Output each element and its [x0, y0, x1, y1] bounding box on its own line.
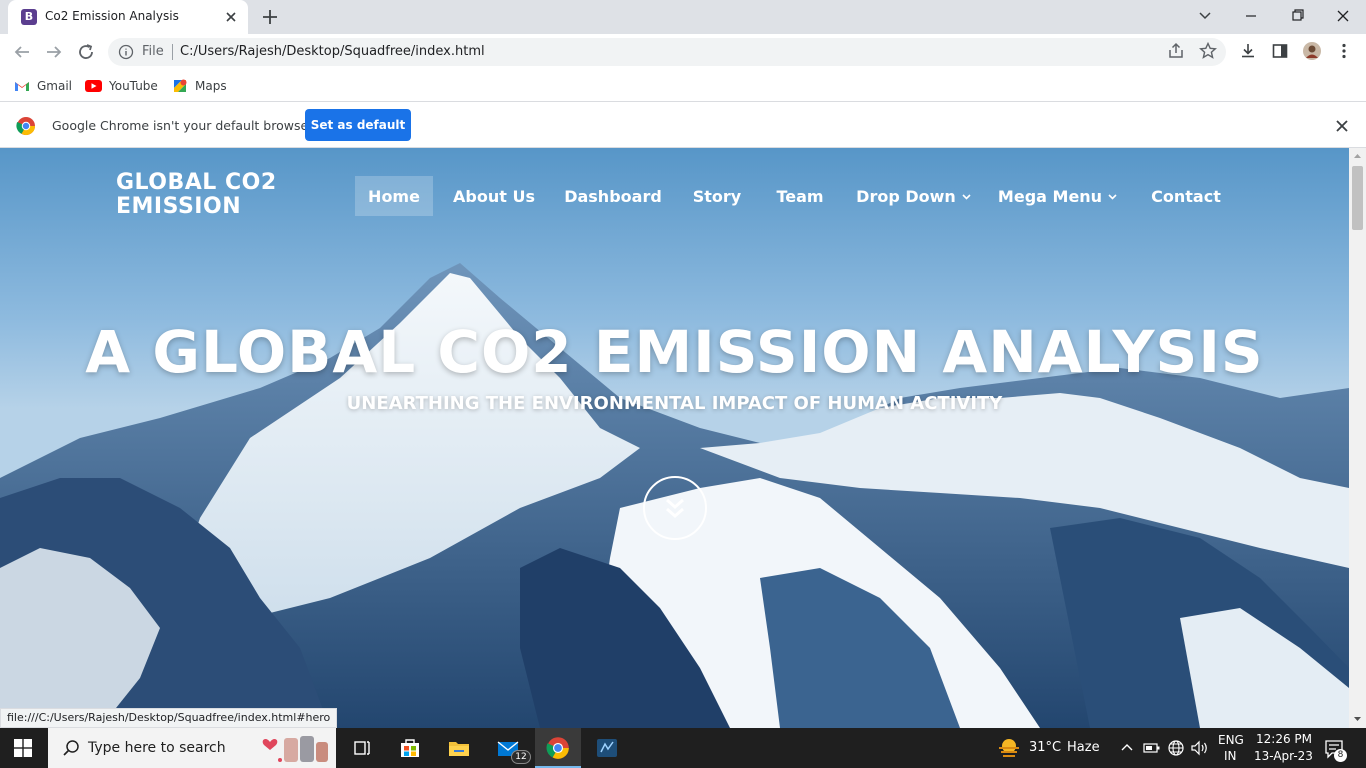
hero-section: GLOBAL CO2 EMISSION Home About Us Dashbo… — [0, 148, 1349, 728]
weather-temperature[interactable]: 31°C — [1029, 740, 1061, 755]
chrome-taskbar-active[interactable] — [535, 728, 581, 768]
forward-icon[interactable] — [42, 40, 66, 64]
page-scrollbar[interactable] — [1349, 148, 1366, 728]
new-tab-icon[interactable] — [259, 6, 281, 28]
notification-count-badge: 8 — [1334, 749, 1347, 762]
chrome-logo-icon — [16, 117, 35, 136]
double-chevron-down-icon — [666, 498, 684, 518]
bookmark-label: Gmail — [37, 79, 73, 93]
side-panel-icon[interactable] — [1270, 41, 1290, 61]
reload-icon[interactable] — [74, 40, 98, 64]
gmail-icon — [15, 82, 29, 91]
scroll-down-arrow-icon[interactable] — [1353, 714, 1362, 723]
site-brand[interactable]: GLOBAL CO2 EMISSION — [116, 171, 277, 219]
brand-line2: EMISSION — [116, 194, 242, 219]
clock-date[interactable]: 13-Apr-23 — [1254, 749, 1313, 763]
task-view-icon[interactable] — [348, 734, 376, 762]
language-region[interactable]: IN — [1224, 749, 1237, 763]
windows-start-icon[interactable] — [14, 739, 32, 757]
nav-team[interactable]: Team — [770, 176, 830, 216]
search-highlight-illustration-icon — [262, 736, 328, 762]
bookmark-youtube[interactable]: YouTube — [85, 76, 158, 96]
tab-strip: B Co2 Emission Analysis — [0, 0, 1366, 34]
default-browser-infobar: Google Chrome isn't your default browser… — [0, 103, 1366, 148]
bookmarks-bar: Gmail YouTube Maps — [0, 70, 1366, 102]
mountain-background — [0, 148, 1349, 728]
brand-line1: GLOBAL CO2 — [116, 170, 277, 195]
address-bar[interactable]: File C:/Users/Rajesh/Desktop/Squadfree/i… — [108, 38, 1226, 66]
search-placeholder: Type here to search — [88, 740, 226, 756]
browser-tab[interactable]: B Co2 Emission Analysis — [8, 0, 248, 34]
weather-description[interactable]: Haze — [1067, 740, 1100, 755]
weather-haze-icon[interactable] — [996, 736, 1022, 760]
browser-toolbar: File C:/Users/Rajesh/Desktop/Squadfree/i… — [0, 34, 1366, 70]
nav-contact[interactable]: Contact — [1145, 176, 1227, 216]
status-url-bubble: file:///C:/Users/Rajesh/Desktop/Squadfre… — [0, 708, 338, 728]
set-as-default-button[interactable]: Set as default — [305, 109, 411, 141]
site-info-icon[interactable] — [118, 44, 134, 60]
url-scheme-label: File — [142, 44, 164, 59]
nav-story[interactable]: Story — [686, 176, 748, 216]
network-globe-icon[interactable] — [1167, 739, 1185, 757]
nav-about-us[interactable]: About Us — [446, 176, 542, 216]
clock-time[interactable]: 12:26 PM — [1256, 732, 1312, 746]
hero-subtitle: UNEARTHING THE ENVIRONMENTAL IMPACT OF H… — [346, 393, 1003, 414]
menu-kebab-icon[interactable] — [1334, 41, 1354, 61]
nav-home[interactable]: Home — [355, 176, 433, 216]
back-icon[interactable] — [10, 40, 34, 64]
profile-avatar-icon[interactable] — [1302, 41, 1322, 61]
microsoft-store-icon[interactable] — [396, 734, 424, 762]
nav-drop-down-label: Drop Down — [856, 186, 956, 206]
chevron-down-icon — [1108, 193, 1117, 200]
url-text[interactable]: C:/Users/Rajesh/Desktop/Squadfree/index.… — [180, 44, 485, 59]
bookmark-label: Maps — [195, 79, 227, 93]
infobar-message: Google Chrome isn't your default browser — [52, 118, 314, 133]
url-separator — [172, 44, 173, 60]
chevron-up-icon[interactable] — [1120, 741, 1134, 755]
youtube-icon — [85, 80, 102, 92]
bookmark-label: YouTube — [109, 79, 158, 93]
search-icon — [63, 740, 79, 756]
nav-mega-menu[interactable]: Mega Menu — [996, 176, 1120, 216]
file-explorer-icon[interactable] — [445, 734, 473, 762]
tab-favicon-icon: B — [21, 9, 37, 25]
maps-icon — [174, 79, 187, 92]
tab-search-chevron-icon[interactable] — [1192, 4, 1218, 28]
bookmark-gmail[interactable]: Gmail — [14, 76, 72, 96]
taskbar-search-box[interactable]: Type here to search — [48, 728, 336, 768]
nav-drop-down[interactable]: Drop Down — [852, 176, 976, 216]
scrollbar-thumb[interactable] — [1352, 166, 1363, 230]
scroll-down-button[interactable] — [643, 476, 707, 540]
language-code[interactable]: ENG — [1218, 733, 1244, 747]
close-tab-icon[interactable] — [222, 8, 240, 26]
nav-mega-menu-label: Mega Menu — [997, 186, 1103, 206]
battery-icon[interactable] — [1143, 741, 1161, 755]
close-infobar-icon[interactable] — [1333, 117, 1351, 135]
chevron-down-icon — [962, 193, 971, 200]
chrome-icon — [546, 737, 569, 759]
scroll-up-arrow-icon[interactable] — [1353, 152, 1362, 161]
nav-dashboard[interactable]: Dashboard — [560, 176, 666, 216]
hero-title: A GLOBAL CO2 EMISSION ANALYSIS — [85, 318, 1264, 386]
bookmark-maps[interactable]: Maps — [172, 76, 227, 96]
share-icon[interactable] — [1166, 41, 1186, 61]
close-window-icon[interactable] — [1330, 4, 1356, 28]
bookmark-star-icon[interactable] — [1198, 41, 1218, 61]
windows-taskbar: Type here to search 12 31°C Haze ENG IN … — [0, 728, 1366, 768]
download-icon[interactable] — [1238, 41, 1258, 61]
tab-title: Co2 Emission Analysis — [45, 9, 179, 23]
minimize-icon[interactable] — [1238, 4, 1264, 28]
volume-icon[interactable] — [1190, 739, 1210, 757]
sql-server-icon[interactable] — [593, 734, 621, 762]
restore-icon[interactable] — [1284, 4, 1310, 28]
mail-badge: 12 — [511, 750, 531, 764]
